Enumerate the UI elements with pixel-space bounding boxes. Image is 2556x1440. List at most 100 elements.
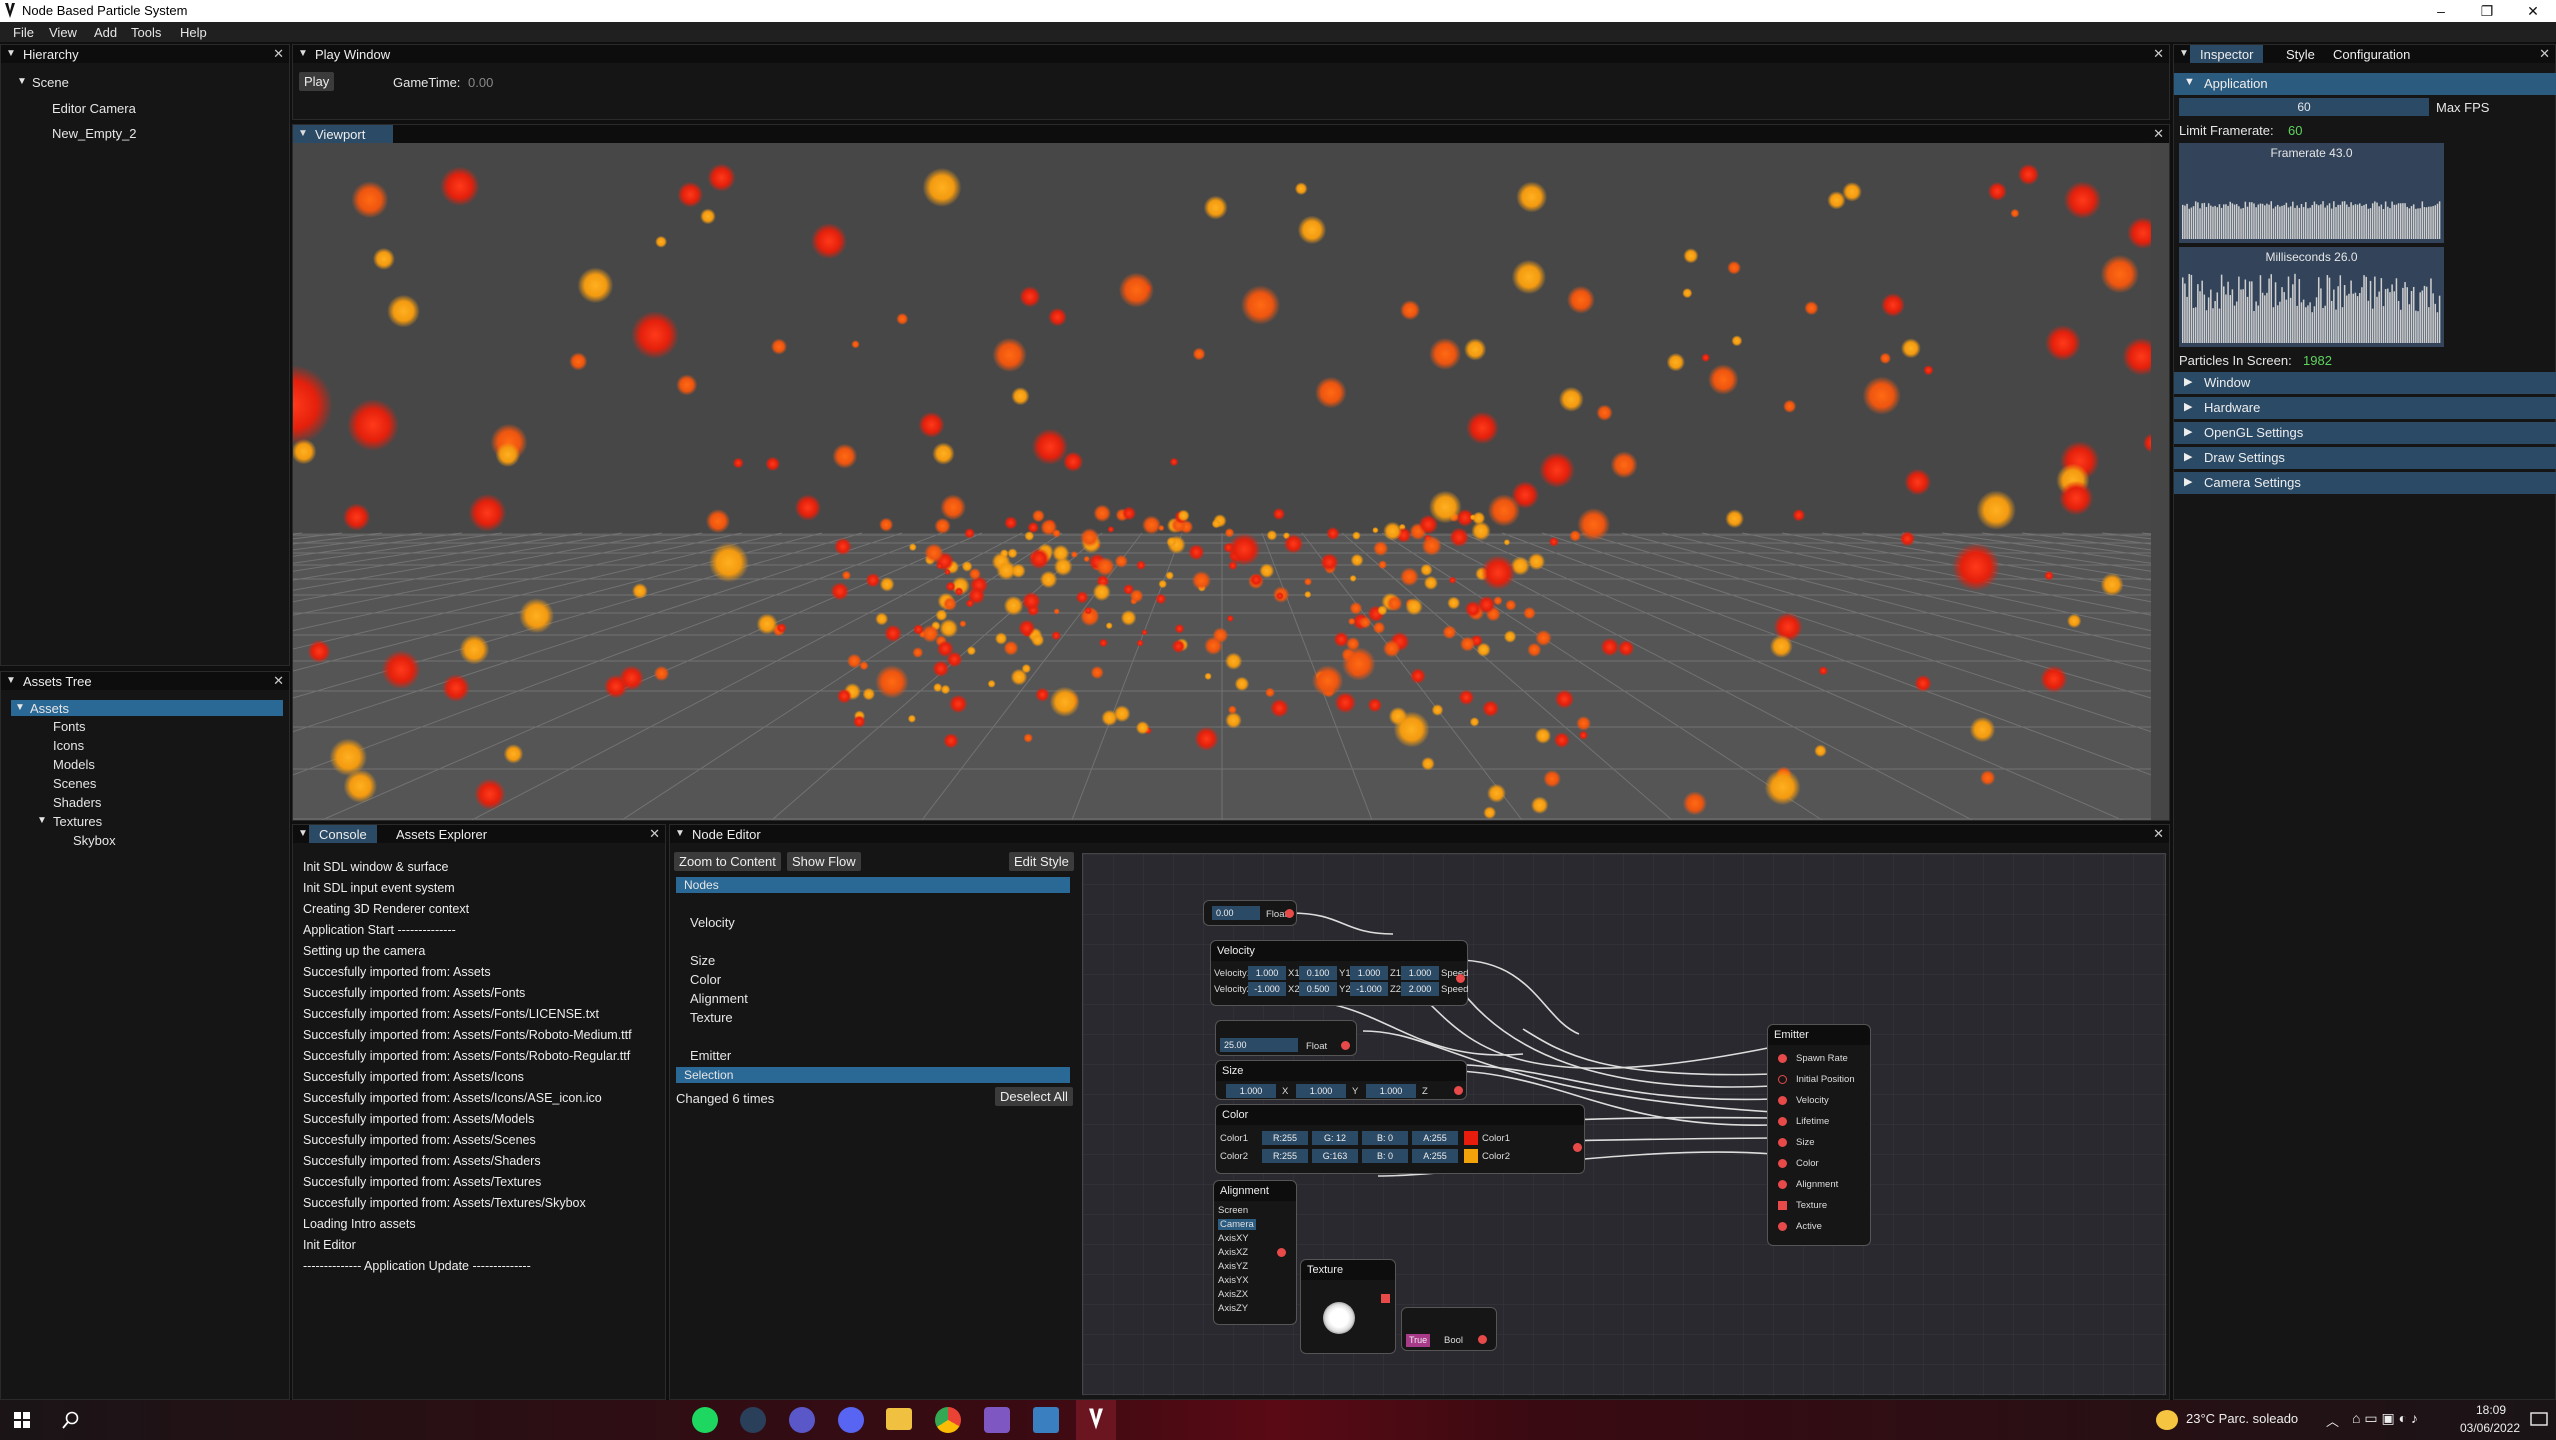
- panel-menu-icon[interactable]: ▼: [2179, 48, 2189, 59]
- input-pin[interactable]: [1778, 1138, 1787, 1147]
- color2-r[interactable]: R:255: [1262, 1149, 1308, 1163]
- node-list-item[interactable]: Size: [690, 953, 715, 968]
- color1-r[interactable]: R:255: [1262, 1131, 1308, 1145]
- output-pin[interactable]: [1341, 1041, 1350, 1050]
- close-icon[interactable]: ✕: [2539, 46, 2550, 62]
- menu-help[interactable]: Help: [180, 25, 207, 40]
- output-pin[interactable]: [1456, 974, 1465, 983]
- color1-swatch[interactable]: [1464, 1131, 1478, 1145]
- node-list-item[interactable]: Alignment: [690, 991, 748, 1006]
- size-node-header[interactable]: Size: [1216, 1061, 1466, 1081]
- panel-menu-icon[interactable]: ▼: [298, 48, 308, 59]
- float-value[interactable]: 25.00: [1220, 1038, 1298, 1052]
- viewport-scene[interactable]: [293, 143, 2151, 820]
- tab-inspector[interactable]: Inspector: [2190, 45, 2264, 63]
- color-node[interactable]: Color Color1 Color2 R:255 G: 12 B: 0 A:2…: [1215, 1104, 1585, 1174]
- texture-node[interactable]: Texture: [1300, 1259, 1396, 1354]
- output-pin[interactable]: [1285, 909, 1294, 918]
- section-hardware[interactable]: ▶ Hardware: [2174, 397, 2556, 419]
- velocity1-z[interactable]: 1.000: [1350, 966, 1388, 980]
- scene-node[interactable]: Scene: [32, 75, 69, 90]
- size-y[interactable]: 1.000: [1296, 1084, 1346, 1098]
- spotify-icon[interactable]: [692, 1407, 718, 1433]
- nodes-header[interactable]: Nodes: [676, 877, 1070, 893]
- color1-g[interactable]: G: 12: [1312, 1131, 1358, 1145]
- minimize-button[interactable]: –: [2418, 0, 2464, 22]
- image-viewer-icon[interactable]: [1033, 1407, 1059, 1433]
- weather-icon[interactable]: [2156, 1410, 2178, 1430]
- expand-arrow-icon[interactable]: ▼: [37, 815, 47, 826]
- velocity1-y[interactable]: 0.100: [1299, 966, 1337, 980]
- velocity-node[interactable]: Velocity Velocity1 Velocity2 1.000 X1 0.…: [1210, 940, 1468, 1006]
- search-icon[interactable]: [62, 1411, 80, 1429]
- asset-folder[interactable]: Skybox: [73, 833, 116, 848]
- assets-root-selected[interactable]: ▼ Assets: [11, 700, 283, 716]
- section-opengl[interactable]: ▶ OpenGL Settings: [2174, 422, 2556, 444]
- menu-add[interactable]: Add: [94, 25, 117, 40]
- node-list-item[interactable]: Color: [690, 972, 721, 987]
- node-list-item[interactable]: Emitter: [690, 1048, 731, 1063]
- velocity2-z[interactable]: -1.000: [1350, 982, 1388, 996]
- collapse-arrow-icon[interactable]: ▼: [2184, 76, 2195, 88]
- output-pin[interactable]: [1478, 1335, 1487, 1344]
- max-fps-slider[interactable]: 60: [2179, 98, 2429, 116]
- hierarchy-item[interactable]: New_Empty_2: [52, 126, 137, 141]
- github-icon[interactable]: [789, 1407, 815, 1433]
- asset-folder-textures[interactable]: Textures: [53, 814, 102, 829]
- discord-icon[interactable]: [838, 1407, 864, 1433]
- expand-arrow-icon[interactable]: ▶: [2184, 400, 2192, 413]
- asset-folder[interactable]: Fonts: [53, 719, 86, 734]
- close-icon[interactable]: ✕: [273, 673, 284, 689]
- expand-arrow-icon[interactable]: ▶: [2184, 475, 2192, 488]
- menu-file[interactable]: File: [13, 25, 34, 40]
- visual-studio-icon[interactable]: [984, 1407, 1010, 1433]
- output-pin[interactable]: [1454, 1086, 1463, 1095]
- input-pin[interactable]: [1778, 1054, 1787, 1063]
- tray-icons[interactable]: ⌂ ▭ ▣ ◐ ♪: [2352, 1410, 2418, 1427]
- close-icon[interactable]: ✕: [649, 826, 660, 842]
- color1-a[interactable]: A:255: [1412, 1131, 1458, 1145]
- color2-swatch[interactable]: [1464, 1149, 1478, 1163]
- panel-menu-icon[interactable]: ▼: [675, 828, 685, 839]
- node-list-item[interactable]: Velocity: [690, 915, 735, 930]
- bool-value[interactable]: True: [1406, 1334, 1431, 1347]
- input-pin[interactable]: [1778, 1075, 1787, 1084]
- color2-b[interactable]: B: 0: [1362, 1149, 1408, 1163]
- velocity2-speed[interactable]: 2.000: [1401, 982, 1439, 996]
- application-section[interactable]: ▼ Application: [2174, 73, 2556, 95]
- alignment-option[interactable]: Camera: [1218, 1219, 1256, 1230]
- input-pin[interactable]: [1778, 1201, 1787, 1210]
- clock-time[interactable]: 18:09: [2466, 1403, 2516, 1417]
- asset-folder[interactable]: Models: [53, 757, 95, 772]
- deselect-all-button[interactable]: Deselect All: [995, 1087, 1073, 1106]
- velocity1-speed[interactable]: 1.000: [1401, 966, 1439, 980]
- alignment-option[interactable]: AxisZX: [1218, 1289, 1248, 1300]
- panel-menu-icon[interactable]: ▼: [298, 828, 308, 839]
- color2-a[interactable]: A:255: [1412, 1149, 1458, 1163]
- zoom-to-content-button[interactable]: Zoom to Content: [674, 852, 781, 871]
- alignment-option[interactable]: AxisYZ: [1218, 1261, 1248, 1272]
- input-pin[interactable]: [1778, 1096, 1787, 1105]
- tab-style[interactable]: Style: [2276, 45, 2325, 63]
- tab-console[interactable]: Console: [309, 825, 377, 843]
- alignment-option[interactable]: AxisYX: [1218, 1275, 1249, 1286]
- play-button[interactable]: Play: [299, 72, 335, 91]
- close-icon[interactable]: ✕: [2153, 46, 2164, 62]
- emitter-node[interactable]: Emitter Spawn Rate Initial Position Veloci…: [1767, 1024, 1871, 1246]
- velocity2-y[interactable]: 0.500: [1299, 982, 1337, 996]
- chrome-icon[interactable]: [935, 1407, 961, 1433]
- close-icon[interactable]: ✕: [2153, 826, 2164, 842]
- weather-text[interactable]: 23°C Parc. soleado: [2186, 1411, 2298, 1426]
- tab-configuration[interactable]: Configuration: [2323, 45, 2420, 63]
- alignment-option[interactable]: Screen: [1218, 1205, 1248, 1216]
- section-draw[interactable]: ▶ Draw Settings: [2174, 447, 2556, 469]
- tray-chevron-icon[interactable]: ︿: [2326, 1411, 2339, 1430]
- expand-arrow-icon[interactable]: ▶: [2184, 375, 2192, 388]
- bool-node[interactable]: True Bool: [1401, 1307, 1497, 1351]
- taskbar-active-app[interactable]: [1076, 1400, 1116, 1440]
- close-window-button[interactable]: ✕: [2510, 0, 2556, 22]
- selection-header[interactable]: Selection: [676, 1067, 1070, 1083]
- menu-tools[interactable]: Tools: [131, 25, 161, 40]
- notifications-icon[interactable]: [2530, 1412, 2548, 1428]
- float-node[interactable]: 0.00 Float: [1203, 900, 1297, 926]
